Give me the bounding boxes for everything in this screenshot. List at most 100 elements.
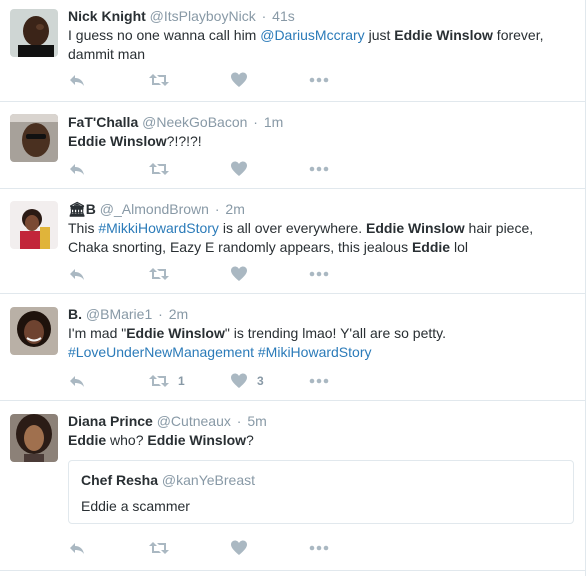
timestamp[interactable]: 2m [225, 201, 244, 217]
more-button[interactable] [309, 539, 329, 557]
tweet[interactable]: Diana Prince @Cutneaux · 5m Eddie who? E… [0, 401, 586, 571]
separator-dot: · [158, 306, 163, 322]
tweet[interactable]: FaT'Challa @NeekGoBacon · 1m Eddie Winsl… [0, 102, 586, 189]
tweet[interactable]: 🏛B @_AlmondBrown · 2m This #MikkiHowardS… [0, 189, 586, 294]
reply-button[interactable] [68, 372, 86, 390]
text-segment: ?!?!?! [166, 133, 202, 149]
retweet-icon [149, 372, 169, 390]
user-handle[interactable]: @Cutneaux [157, 413, 231, 429]
text-segment: ? [246, 432, 254, 448]
display-name[interactable]: Diana Prince [68, 413, 153, 429]
tweet[interactable]: Nick Knight @ItsPlayboyNick · 41s I gues… [0, 0, 586, 102]
tweet-actions [68, 71, 368, 89]
like-icon [230, 265, 248, 283]
highlighted-term: Eddie Winslow [126, 325, 225, 341]
text-segment: forever, [492, 27, 544, 43]
retweet-icon [149, 71, 169, 89]
tweet-actions: 1 3 [68, 372, 368, 390]
timestamp[interactable]: 1m [264, 114, 283, 130]
retweet-button[interactable] [149, 539, 169, 557]
retweet-button[interactable]: 1 [149, 372, 185, 390]
text-segment: lol [450, 239, 468, 255]
tweet-text: Eddie Winslow?!?!?! [68, 132, 576, 151]
text-segment: who? [106, 432, 148, 448]
tweet-actions [68, 265, 368, 283]
text-segment: I'm mad " [68, 325, 127, 341]
text-segment: just [364, 27, 395, 43]
quoted-tweet[interactable]: Chef Resha @kanYeBreast Eddie a scammer [68, 460, 574, 524]
reply-icon [68, 71, 86, 89]
reply-icon [68, 372, 86, 390]
retweet-icon [149, 160, 169, 178]
like-button[interactable]: 3 [230, 372, 264, 390]
timestamp[interactable]: 5m [247, 413, 266, 429]
like-button[interactable] [230, 265, 248, 283]
avatar[interactable] [10, 414, 58, 462]
user-handle[interactable]: @NeekGoBacon [142, 114, 247, 130]
display-name[interactable]: FaT'Challa [68, 114, 138, 130]
display-name[interactable]: 🏛B [68, 201, 96, 217]
separator-dot: · [261, 8, 267, 24]
retweet-button[interactable] [149, 160, 169, 178]
timestamp[interactable]: 41s [272, 8, 295, 24]
hashtag-link[interactable]: #LoveUnderNewManagement [68, 344, 254, 360]
reply-button[interactable] [68, 539, 86, 557]
timeline: Nick Knight @ItsPlayboyNick · 41s I gues… [0, 0, 586, 576]
display-name[interactable]: B. [68, 306, 82, 322]
user-handle[interactable]: @ItsPlayboyNick [150, 8, 256, 24]
tweet-header: Nick Knight @ItsPlayboyNick · 41s [68, 7, 576, 25]
highlighted-term: Eddie Winslow [366, 220, 465, 236]
mention-link[interactable]: @DariusMccrary [260, 27, 364, 43]
tweet-header: FaT'Challa @NeekGoBacon · 1m [68, 113, 576, 131]
like-button[interactable] [230, 539, 248, 557]
tweet-actions [68, 539, 368, 557]
text-segment: is all over everywhere. [218, 220, 366, 236]
avatar[interactable] [10, 201, 58, 249]
avatar[interactable] [10, 307, 58, 355]
retweet-count: 1 [178, 374, 185, 388]
quoted-display-name: Chef Resha [81, 472, 159, 488]
quoted-tweet-header: Chef Resha @kanYeBreast [81, 472, 255, 488]
more-icon [309, 539, 329, 557]
quoted-user-handle: @kanYeBreast [161, 472, 256, 488]
more-button[interactable] [309, 372, 329, 390]
text-segment: hair piece, [464, 220, 534, 236]
text-segment: dammit man [68, 46, 146, 62]
like-count: 3 [257, 374, 264, 388]
highlighted-term: Eddie Winslow [394, 27, 493, 43]
reply-button[interactable] [68, 160, 86, 178]
tweet-header: 🏛B @_AlmondBrown · 2m [68, 200, 576, 218]
tweet-header: B. @BMarie1 · 2m [68, 305, 576, 323]
highlighted-term: Eddie Winslow [147, 432, 247, 448]
more-button[interactable] [309, 160, 329, 178]
like-icon [230, 372, 248, 390]
like-icon [230, 539, 248, 557]
timestamp[interactable]: 2m [169, 306, 188, 322]
more-button[interactable] [309, 71, 329, 89]
retweet-button[interactable] [149, 71, 169, 89]
retweet-button[interactable] [149, 265, 169, 283]
text-segment: I guess no one wanna call him [68, 27, 261, 43]
highlighted-term: Eddie [68, 432, 107, 448]
reply-button[interactable] [68, 71, 86, 89]
text-segment: " is trending lmao! Y'all are so petty. [224, 325, 446, 341]
reply-button[interactable] [68, 265, 86, 283]
more-button[interactable] [309, 265, 329, 283]
like-button[interactable] [230, 71, 248, 89]
hashtag-link[interactable]: #MikkiHowardStory [98, 220, 219, 236]
separator-dot: · [214, 201, 220, 217]
hashtag-link[interactable]: #MikiHowardStory [258, 344, 372, 360]
display-name[interactable]: Nick Knight [68, 8, 146, 24]
more-icon [309, 265, 329, 283]
display-name-text: B [85, 201, 96, 217]
tweet-text: I'm mad "Eddie Winslow" is trending lmao… [68, 324, 576, 362]
like-button[interactable] [230, 160, 248, 178]
user-handle[interactable]: @BMarie1 [86, 306, 152, 322]
avatar[interactable] [10, 114, 58, 162]
quoted-tweet-text: Eddie a scammer [81, 498, 190, 514]
tweet-text: This #MikkiHowardStory is all over every… [68, 219, 576, 257]
user-handle[interactable]: @_AlmondBrown [100, 201, 209, 217]
tweet[interactable]: B. @BMarie1 · 2m I'm mad "Eddie Winslow"… [0, 294, 586, 401]
avatar[interactable] [10, 9, 58, 57]
separator-dot: · [253, 114, 258, 130]
